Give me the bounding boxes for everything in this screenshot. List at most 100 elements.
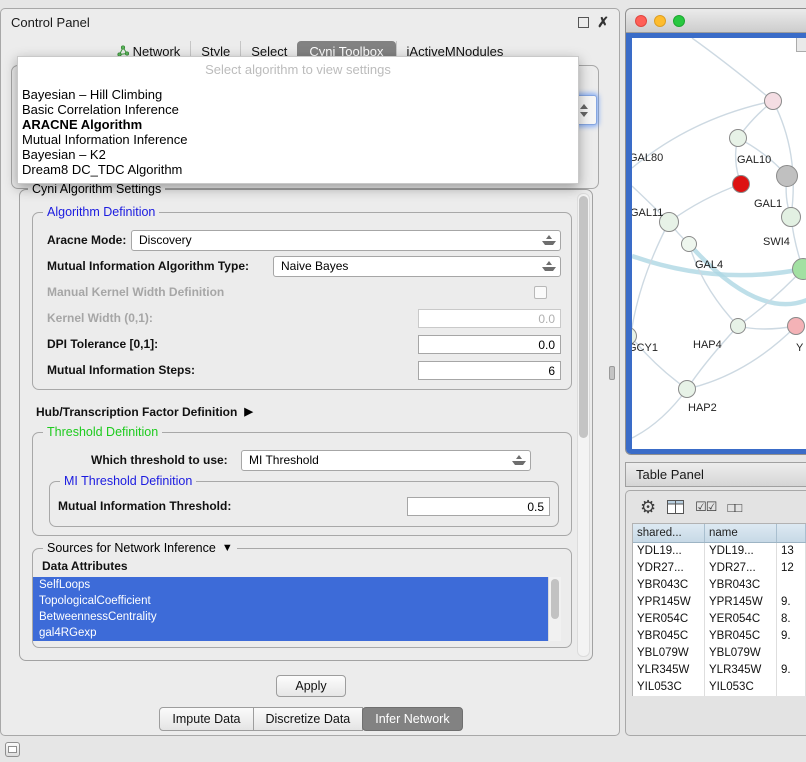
mi-steps-field[interactable]: 6 <box>418 361 561 380</box>
select-all-icon[interactable]: ☑☑ <box>695 499 716 515</box>
network-node[interactable] <box>781 207 801 227</box>
close-icon[interactable]: ✗ <box>597 15 609 29</box>
table-panel: ⚙ ☑☑ □□ shared...name YDL19...YDL19...13… <box>625 490 806 736</box>
network-edge[interactable] <box>632 222 669 328</box>
network-edge[interactable] <box>692 38 773 101</box>
dpi-tolerance-label: DPI Tolerance [0,1]: <box>47 337 158 351</box>
algorithm-option[interactable]: Basic Correlation Inference <box>18 102 578 117</box>
network-node[interactable] <box>730 318 746 334</box>
table-row[interactable]: YBR043CYBR043C <box>633 577 806 594</box>
column-header[interactable]: shared... <box>633 524 705 542</box>
table-cell: YLR345W <box>633 662 705 679</box>
mi-type-label: Mutual Information Algorithm Type: <box>47 259 249 273</box>
sources-title-text: Sources for Network Inference <box>47 541 216 555</box>
network-node[interactable] <box>732 175 750 193</box>
tab-discretize-data[interactable]: Discretize Data <box>253 707 364 731</box>
threshold-definition-group: Threshold Definition Which threshold to … <box>32 432 572 536</box>
table-row[interactable]: YIL053CYIL053C <box>633 679 806 696</box>
network-canvas-frame: GAL80GAL10GAL11GAL1SWI4GAL4GCY1HAP4HAP2Y <box>626 33 806 454</box>
algorithm-option[interactable]: Bayesian – Hill Climbing <box>18 87 578 102</box>
algorithm-option[interactable]: ARACNE Algorithm <box>18 117 578 132</box>
attribute-item[interactable]: gal4RGexp <box>33 625 548 641</box>
settings-scroll-thumb[interactable] <box>579 196 588 438</box>
table-panel-title: Table Panel <box>636 467 704 482</box>
attribute-item[interactable]: TopologicalCoefficient <box>33 593 548 609</box>
column-header[interactable] <box>777 524 806 542</box>
network-edge[interactable] <box>632 389 687 438</box>
mi-threshold-definition-title: MI Threshold Definition <box>60 474 196 488</box>
algorithm-option[interactable]: Mutual Information Inference <box>18 132 578 147</box>
table-cell: YDR27... <box>705 560 777 577</box>
attributes-scrollbar[interactable] <box>548 577 561 641</box>
bottom-tabs: Impute Data Discretize Data Infer Networ… <box>1 707 621 731</box>
algorithm-popup-items: Bayesian – Hill ClimbingBasic Correlatio… <box>18 87 578 177</box>
algorithm-option[interactable]: Dream8 DC_TDC Algorithm <box>18 162 578 177</box>
network-edge[interactable] <box>687 326 796 389</box>
table-toolbar: ⚙ ☑☑ □□ <box>626 491 806 523</box>
network-node[interactable] <box>787 317 805 335</box>
attribute-item[interactable]: BetweennessCentrality <box>33 609 548 625</box>
aracne-mode-row: Aracne Mode: Discovery <box>47 227 561 253</box>
attribute-item[interactable]: SelfLoops <box>33 577 548 593</box>
column-header[interactable]: name <box>705 524 777 542</box>
table-cell: YPR145W <box>633 594 705 611</box>
network-node[interactable] <box>776 165 798 187</box>
mi-type-value: Naive Bayes <box>281 259 348 273</box>
network-edge[interactable] <box>669 184 741 222</box>
table-row[interactable]: YBR045CYBR045C9. <box>633 628 806 645</box>
control-panel-titlebar[interactable]: Control Panel ✗ <box>1 9 619 35</box>
tab-infer-network[interactable]: Infer Network <box>362 707 462 731</box>
manual-kernel-checkbox[interactable] <box>534 286 547 299</box>
mi-threshold-row: Mutual Information Threshold: 0.5 <box>58 494 550 518</box>
network-edge[interactable] <box>687 326 738 389</box>
table-cell: YLR345W <box>705 662 777 679</box>
panel-splitter-handle[interactable] <box>609 366 615 380</box>
table-row[interactable]: YPR145WYPR145W9. <box>633 594 806 611</box>
table-row[interactable]: YBL079WYBL079W <box>633 645 806 662</box>
aracne-mode-value: Discovery <box>139 233 192 247</box>
settings-scroll-area: Algorithm Definition Aracne Mode: Discov… <box>20 190 576 660</box>
which-threshold-select[interactable]: MI Threshold <box>241 450 531 471</box>
minimized-panel-icon[interactable] <box>5 742 20 757</box>
dpi-tolerance-field[interactable]: 0.0 <box>418 335 561 354</box>
data-attributes-list: SelfLoopsTopologicalCoefficientBetweenne… <box>33 577 571 641</box>
cyni-algorithm-settings-group: Cyni Algorithm Settings Algorithm Defini… <box>19 189 593 661</box>
zoom-traffic-light[interactable] <box>673 15 685 27</box>
table-panel-titlebar[interactable]: Table Panel <box>625 462 806 487</box>
network-node[interactable] <box>678 380 696 398</box>
minimize-traffic-light[interactable] <box>654 15 666 27</box>
close-traffic-light[interactable] <box>635 15 647 27</box>
network-node[interactable] <box>729 129 747 147</box>
deselect-all-icon[interactable]: □□ <box>727 500 741 515</box>
tab-impute-data[interactable]: Impute Data <box>159 707 253 731</box>
mi-type-select[interactable]: Naive Bayes <box>273 256 561 277</box>
hub-definition-toggle[interactable]: Hub/Transcription Factor Definition ▶ <box>36 402 572 422</box>
network-window-titlebar[interactable] <box>626 9 806 33</box>
sources-group-title[interactable]: Sources for Network Inference ▼ <box>43 541 237 555</box>
table-cell: YER054C <box>705 611 777 628</box>
table-cell: YER054C <box>633 611 705 628</box>
attributes-scroll-thumb[interactable] <box>551 579 559 619</box>
table-cell <box>777 577 806 594</box>
mi-threshold-field[interactable]: 0.5 <box>407 497 550 516</box>
apply-button[interactable]: Apply <box>276 675 345 697</box>
table-row[interactable]: YLR345WYLR345W9. <box>633 662 806 679</box>
node-label: GAL4 <box>695 259 723 271</box>
columns-icon[interactable] <box>667 500 684 514</box>
table-row[interactable]: YDR27...YDR27...12 <box>633 560 806 577</box>
canvas-scrollbar[interactable] <box>796 38 806 52</box>
aracne-mode-select[interactable]: Discovery <box>131 230 561 251</box>
table-row[interactable]: YER054CYER054C8. <box>633 611 806 628</box>
kernel-width-field[interactable]: 0.0 <box>418 309 561 328</box>
table-row[interactable]: YDL19...YDL19...13 <box>633 543 806 560</box>
network-node[interactable] <box>681 236 697 252</box>
table-cell: YBL079W <box>705 645 777 662</box>
float-window-icon[interactable] <box>578 17 589 28</box>
table-body: YDL19...YDL19...13YDR27...YDR27...12YBR0… <box>633 543 806 696</box>
gear-icon[interactable]: ⚙ <box>640 498 656 516</box>
mi-threshold-definition-group: MI Threshold Definition Mutual Informati… <box>49 481 559 527</box>
algorithm-option[interactable]: Bayesian – K2 <box>18 147 578 162</box>
settings-scrollbar[interactable] <box>577 193 590 657</box>
network-canvas[interactable]: GAL80GAL10GAL11GAL1SWI4GAL4GCY1HAP4HAP2Y <box>632 38 806 449</box>
network-node[interactable] <box>764 92 782 110</box>
